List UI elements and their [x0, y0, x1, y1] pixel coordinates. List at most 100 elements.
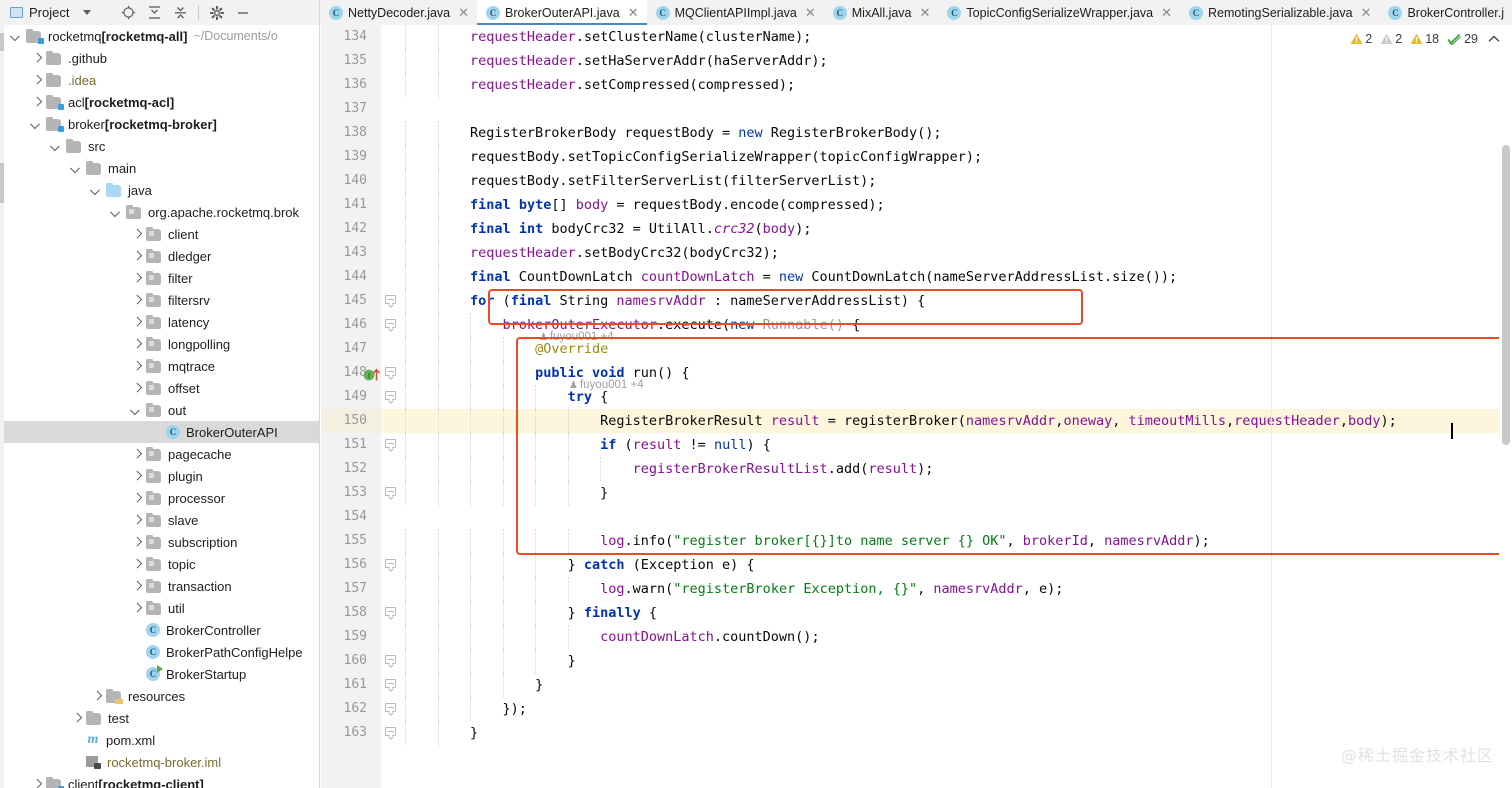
collapse-inspections-chevron-up-icon[interactable]: [1488, 32, 1500, 46]
chevron-right-icon[interactable]: [90, 690, 103, 703]
tree-item--github[interactable]: .github: [0, 47, 319, 69]
chevron-right-icon[interactable]: [130, 338, 143, 351]
close-icon[interactable]: ✕: [805, 6, 816, 19]
code-line-147[interactable]: 147 @Override: [321, 337, 1512, 361]
tree-item-util[interactable]: util: [0, 597, 319, 619]
editor-tab-nettydecoder-java[interactable]: C NettyDecoder.java ✕: [320, 0, 477, 25]
code-line-158[interactable]: 158} finally {: [321, 601, 1512, 625]
code-line-138[interactable]: 138 RegisterBrokerBody requestBody = new …: [321, 121, 1512, 145]
chevron-right-icon[interactable]: [130, 558, 143, 571]
code-lines[interactable]: 134 requestHeader.setClusterName(clusterN…: [321, 25, 1512, 788]
chevron-right-icon[interactable]: [70, 712, 83, 725]
code-fold-toggle-icon[interactable]: [385, 319, 396, 332]
code-line-151[interactable]: 151 if (result != null) {: [321, 433, 1512, 457]
code-line-152[interactable]: 152 registerBrokerResultList.add(result);: [321, 457, 1512, 481]
chevron-right-icon[interactable]: [130, 272, 143, 285]
code-fold-toggle-icon[interactable]: [385, 439, 396, 452]
code-line-159[interactable]: 159 countDownLatch.countDown();: [321, 625, 1512, 649]
chevron-down-icon[interactable]: [50, 140, 63, 153]
tree-item-test[interactable]: test: [0, 707, 319, 729]
tree-item-filtersrv[interactable]: filtersrv: [0, 289, 319, 311]
tree-item-subscription[interactable]: subscription: [0, 531, 319, 553]
code-line-163[interactable]: 163}: [321, 721, 1512, 745]
code-line-136[interactable]: 136 requestHeader.setCompressed(compresse…: [321, 73, 1512, 97]
gear-icon[interactable]: [204, 0, 230, 25]
error-count[interactable]: 2: [1350, 32, 1372, 46]
tree-item-brokerouterapi[interactable]: C BrokerOuterAPI: [0, 421, 319, 443]
chevron-down-icon[interactable]: [90, 184, 103, 197]
code-fold-toggle-icon[interactable]: [385, 655, 396, 668]
chevron-down-icon[interactable]: [83, 10, 92, 15]
typo-count[interactable]: 29: [1447, 32, 1478, 46]
close-icon[interactable]: ✕: [1361, 6, 1372, 19]
tree-item-acl[interactable]: acl [rocketmq-acl]: [0, 91, 319, 113]
chevron-right-icon[interactable]: [130, 228, 143, 241]
chevron-right-icon[interactable]: [30, 52, 43, 65]
vcs-author-annotation-146[interactable]: ♟ fuyou001 +4: [569, 373, 644, 398]
code-line-155[interactable]: 155 log.info("register broker[{}]to name …: [321, 529, 1512, 553]
tree-item-filter[interactable]: filter: [0, 267, 319, 289]
tree-item-slave[interactable]: slave: [0, 509, 319, 531]
chevron-down-icon[interactable]: [30, 118, 43, 131]
tree-item-offset[interactable]: offset: [0, 377, 319, 399]
minimize-icon[interactable]: [230, 0, 256, 25]
code-line-143[interactable]: 143 requestHeader.setBodyCrc32(bodyCrc32)…: [321, 241, 1512, 265]
project-tree-panel[interactable]: rocketmq [rocketmq-all] ~/Documents/o .git…: [0, 25, 320, 788]
code-line-145[interactable]: 145 for (final String namesrvAddr : nameS…: [321, 289, 1512, 313]
chevron-right-icon[interactable]: [130, 382, 143, 395]
code-line-157[interactable]: 157 log.warn("registerBroker Exception, {…: [321, 577, 1512, 601]
tree-item-out[interactable]: out: [0, 399, 319, 421]
chevron-right-icon[interactable]: [130, 470, 143, 483]
editor-tab-mqclientapiimpl-java[interactable]: C MQClientAPIImpl.java ✕: [647, 0, 824, 25]
code-fold-toggle-icon[interactable]: [385, 367, 396, 380]
tree-item-dledger[interactable]: dledger: [0, 245, 319, 267]
close-icon[interactable]: ✕: [458, 6, 469, 19]
code-fold-toggle-icon[interactable]: [385, 679, 396, 692]
tree-item-brokerstartup[interactable]: C BrokerStartup: [0, 663, 319, 685]
chevron-right-icon[interactable]: [130, 250, 143, 263]
chevron-right-icon[interactable]: [130, 492, 143, 505]
code-line-140[interactable]: 140 requestBody.setFilterServerList(filte…: [321, 169, 1512, 193]
code-fold-toggle-icon[interactable]: [385, 391, 396, 404]
code-line-156[interactable]: 156} catch (Exception e) {: [321, 553, 1512, 577]
close-icon[interactable]: ✕: [1161, 6, 1172, 19]
chevron-right-icon[interactable]: [130, 514, 143, 527]
code-line-162[interactable]: 162});: [321, 697, 1512, 721]
code-line-160[interactable]: 160}: [321, 649, 1512, 673]
code-line-134[interactable]: 134 requestHeader.setClusterName(clusterN…: [321, 25, 1512, 49]
editor-tab-remotingserializable-java[interactable]: C RemotingSerializable.java ✕: [1180, 0, 1379, 25]
tree-item--idea[interactable]: .idea: [0, 69, 319, 91]
code-line-144[interactable]: 144 final CountDownLatch countDownLatch =…: [321, 265, 1512, 289]
tree-item-src[interactable]: src: [0, 135, 319, 157]
editor-tab-brokerouterapi-java[interactable]: C BrokerOuterAPI.java ✕: [477, 0, 647, 25]
code-fold-toggle-icon[interactable]: [385, 559, 396, 572]
chevron-right-icon[interactable]: [30, 96, 43, 109]
tree-item-processor[interactable]: processor: [0, 487, 319, 509]
tree-item-java[interactable]: java: [0, 179, 319, 201]
tree-item-client[interactable]: client [rocketmq-client]: [0, 773, 319, 788]
warning-count[interactable]: 18: [1410, 32, 1439, 46]
chevron-right-icon[interactable]: [30, 778, 43, 788]
weak-warning-count[interactable]: 2: [1380, 32, 1402, 46]
expand-all-icon[interactable]: [141, 0, 167, 25]
vcs-author-annotation-145[interactable]: ♟ fuyou001 +4: [539, 325, 614, 350]
code-line-146[interactable]: 146 brokerOuterExecutor.execute(new Runna…: [321, 313, 1512, 337]
chevron-right-icon[interactable]: [130, 316, 143, 329]
tree-item-latency[interactable]: latency: [0, 311, 319, 333]
code-line-148[interactable]: 148 Ipublic void run() {: [321, 361, 1512, 385]
tree-item-client[interactable]: client: [0, 223, 319, 245]
chevron-down-icon[interactable]: [70, 162, 83, 175]
chevron-right-icon[interactable]: [130, 536, 143, 549]
tree-item-plugin[interactable]: plugin: [0, 465, 319, 487]
code-line-153[interactable]: 153}: [321, 481, 1512, 505]
tree-item-org-apache-rocketmq-brok[interactable]: org.apache.rocketmq.brok: [0, 201, 319, 223]
chevron-right-icon[interactable]: [30, 74, 43, 87]
editor-tab-topicconfigserializewrapper-java[interactable]: C TopicConfigSerializeWrapper.java ✕: [938, 0, 1180, 25]
code-fold-toggle-icon[interactable]: [385, 703, 396, 716]
chevron-down-icon[interactable]: [10, 30, 23, 43]
code-line-149[interactable]: 149 try {: [321, 385, 1512, 409]
close-icon[interactable]: ✕: [628, 6, 639, 19]
code-line-142[interactable]: 142 final int bodyCrc32 = UtilAll.crc32(b…: [321, 217, 1512, 241]
locate-icon[interactable]: [115, 0, 141, 25]
chevron-right-icon[interactable]: [130, 360, 143, 373]
